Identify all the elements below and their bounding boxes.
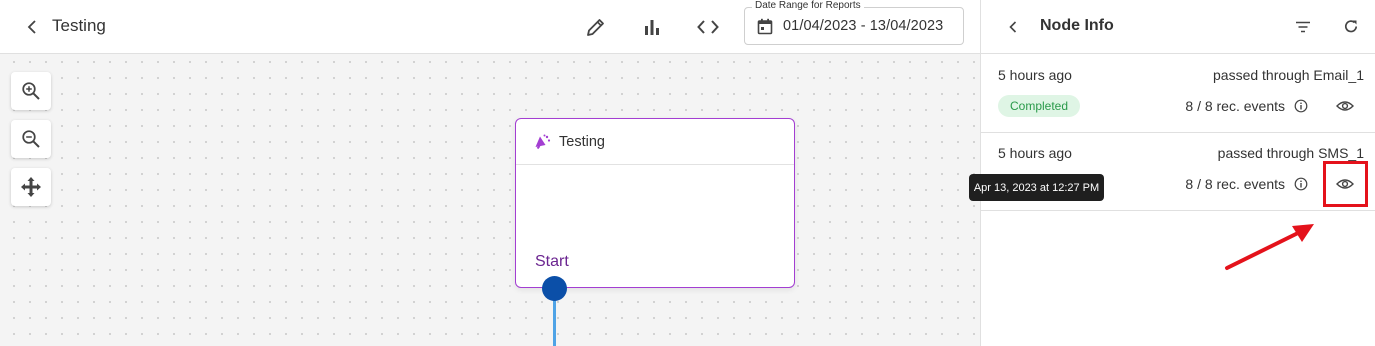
filter-button[interactable]	[1291, 15, 1315, 39]
zoom-out-icon	[22, 130, 40, 148]
edit-button[interactable]	[583, 14, 609, 40]
highlight-box-annotation	[1323, 161, 1368, 207]
status-badge: Completed	[998, 95, 1081, 117]
calendar-icon	[757, 18, 773, 34]
connection-edge	[553, 298, 556, 346]
code-view-button[interactable]	[695, 14, 721, 40]
flow-node-card[interactable]: Testing Start	[515, 118, 795, 288]
node-title: Testing	[559, 133, 605, 150]
refresh-button[interactable]	[1339, 15, 1363, 39]
info-icon	[1294, 177, 1308, 191]
bar-chart-icon	[645, 20, 659, 35]
rec-events-count: 8 / 8 rec. events	[1185, 98, 1285, 114]
rec-events-info-button[interactable]	[1293, 176, 1309, 192]
back-button[interactable]	[20, 15, 44, 39]
move-icon	[21, 177, 41, 197]
filter-icon	[1296, 21, 1310, 33]
event-node-label: passed through SMS_1	[1217, 145, 1364, 161]
refresh-icon	[1345, 20, 1358, 33]
zoom-out-button[interactable]	[11, 120, 51, 158]
flow-canvas[interactable]: Testing Date Range for Reports 01/04/202…	[0, 0, 980, 346]
panel-back-button[interactable]	[1001, 15, 1025, 39]
chevron-left-icon	[1009, 21, 1017, 33]
rec-events-info-button[interactable]	[1293, 98, 1309, 114]
node-info-panel: Node Info 5 hours ago passed through Ema…	[980, 0, 1375, 346]
chevron-left-icon	[27, 20, 36, 34]
event-node-label: passed through Email_1	[1213, 67, 1364, 83]
pencil-icon	[587, 19, 604, 36]
info-icon	[1294, 99, 1308, 113]
eye-icon	[1336, 101, 1354, 111]
view-event-button[interactable]	[1335, 97, 1355, 115]
event-time: 5 hours ago	[998, 145, 1072, 161]
fit-view-button[interactable]	[11, 168, 51, 206]
node-start-label: Start	[535, 253, 569, 270]
date-range-value: 01/04/2023 - 13/04/2023	[783, 18, 944, 34]
panel-title: Node Info	[1040, 17, 1114, 34]
red-arrow-annotation	[1225, 224, 1314, 270]
top-bar: Testing Date Range for Reports 01/04/202…	[0, 0, 980, 54]
date-range-picker[interactable]: Date Range for Reports 01/04/2023 - 13/0…	[744, 0, 964, 45]
rec-events-count: 8 / 8 rec. events	[1185, 176, 1285, 192]
zoom-in-icon	[22, 82, 40, 100]
page-title: Testing	[52, 16, 106, 35]
node-output-handle[interactable]	[542, 276, 567, 301]
event-row: 5 hours ago passed through Email_1 Compl…	[981, 55, 1375, 133]
zoom-in-button[interactable]	[11, 72, 51, 110]
reports-button[interactable]	[639, 14, 665, 40]
panel-header: Node Info	[981, 0, 1375, 54]
node-header: Testing	[516, 119, 794, 165]
timestamp-tooltip: Apr 13, 2023 at 12:27 PM	[969, 174, 1104, 201]
code-icon	[697, 20, 719, 34]
megaphone-icon	[535, 134, 551, 149]
event-time: 5 hours ago	[998, 67, 1072, 83]
date-range-label: Date Range for Reports	[752, 0, 864, 11]
